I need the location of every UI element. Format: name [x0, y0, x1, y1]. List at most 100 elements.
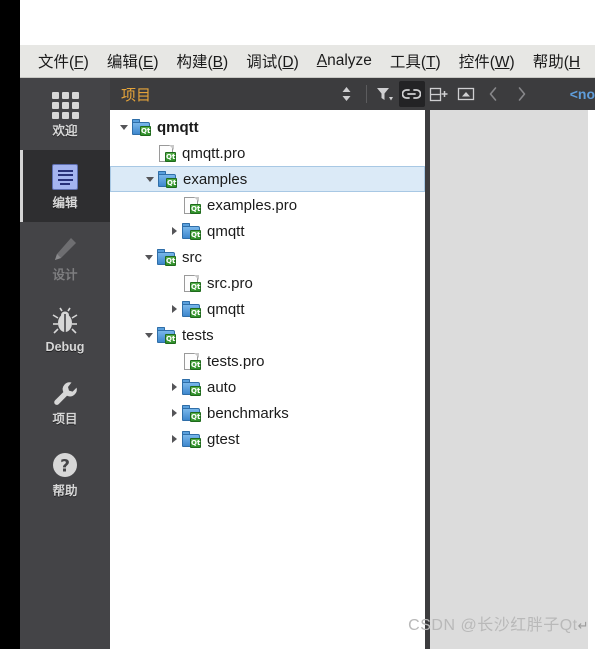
back-icon[interactable] — [480, 81, 508, 107]
toolbar-divider — [365, 85, 367, 103]
qt-folder-icon: Qt — [182, 430, 201, 448]
pencil-icon — [55, 238, 76, 261]
tree-item-tests-pro[interactable]: Qt tests.pro — [110, 348, 425, 374]
tree-item-label: src.pro — [207, 274, 253, 292]
tree-item-src[interactable]: Qt src — [110, 244, 425, 270]
tree-item-gtest[interactable]: Qt gtest — [110, 426, 425, 452]
chevron-right-icon[interactable] — [166, 296, 182, 322]
tree-item-examples-pro[interactable]: Qt examples.pro — [110, 192, 425, 218]
mode-button-debug[interactable]: Debug — [20, 294, 110, 366]
tree-item-label: qmqtt — [207, 222, 245, 240]
qt-badge: Qt — [140, 125, 151, 136]
menu-item-debug[interactable]: 调试(D) — [237, 48, 308, 74]
menu-item-file[interactable]: 文件(F) — [29, 48, 98, 74]
qt-badge: Qt — [190, 359, 201, 370]
window-titlebar-area — [20, 0, 595, 45]
question-icon-wrapper: ? — [50, 450, 80, 480]
menu-item-edit[interactable]: 编辑(E) — [98, 48, 168, 74]
watermark-text: CSDN @长沙红胖子Qt — [408, 617, 578, 634]
chevron-down-icon[interactable] — [142, 166, 158, 192]
project-tree[interactable]: Qt qmqtt Qt qmqtt.pro Qt examples Qt examples.p… — [110, 110, 425, 649]
tree-item-label: qmqtt — [207, 300, 245, 318]
qt-badge: Qt — [190, 411, 201, 422]
window-left-edge — [0, 0, 20, 649]
qt-badge: Qt — [190, 203, 201, 214]
editor-area[interactable] — [430, 110, 595, 649]
tree-item-qmqtt-pro[interactable]: Qt qmqtt.pro — [110, 140, 425, 166]
svg-text:?: ? — [60, 457, 70, 477]
tree-item-examples[interactable]: Qt examples — [110, 166, 425, 192]
forward-icon[interactable] — [508, 81, 536, 107]
tree-item-label: benchmarks — [207, 404, 289, 422]
tree-item-benchmarks[interactable]: Qt benchmarks — [110, 400, 425, 426]
tree-item-src-qmqtt[interactable]: Qt qmqtt — [110, 296, 425, 322]
qt-pro-file-icon: Qt — [182, 196, 201, 214]
qt-badge: Qt — [190, 437, 201, 448]
tree-twisty-placeholder — [166, 270, 182, 296]
sync-selection-icon[interactable] — [334, 81, 360, 107]
edit-icon-wrapper — [50, 162, 80, 192]
minimize-icon[interactable] — [453, 81, 479, 107]
split-add-icon[interactable] — [426, 81, 452, 107]
chevron-right-icon[interactable] — [166, 426, 182, 452]
mode-button-projects[interactable]: 项目 — [20, 366, 110, 438]
question-icon: ? — [53, 453, 77, 478]
link-with-editor-icon[interactable] — [398, 81, 425, 107]
mode-label: Debug — [45, 340, 85, 355]
qt-badge: Qt — [165, 151, 176, 162]
tree-item-qmqtt[interactable]: Qt qmqtt — [110, 114, 425, 140]
chevron-down-icon[interactable] — [141, 322, 157, 348]
grid-icon — [51, 91, 79, 119]
mode-label: 设计 — [52, 268, 78, 283]
mode-button-welcome[interactable]: 欢迎 — [20, 78, 110, 150]
qtcreator-window: 文件(F) 编辑(E) 构建(B) 调试(D) Analyze 工具(T) 控件(W) 帮助(… — [0, 0, 595, 649]
qt-badge: Qt — [190, 307, 201, 318]
mode-label: 项目 — [52, 412, 78, 427]
filter-icon[interactable] — [372, 81, 398, 107]
tree-twisty-placeholder — [166, 192, 182, 218]
chevron-down-icon[interactable] — [141, 244, 157, 270]
qt-folder-icon: Qt — [157, 326, 176, 344]
tree-item-label: src — [182, 248, 202, 266]
watermark: CSDN @长沙红胖子Qt↵ — [408, 611, 589, 635]
menu-item-tools[interactable]: 工具(T) — [381, 48, 450, 74]
qt-folder-icon: Qt — [182, 222, 201, 240]
mode-selector-sidebar: 欢迎 编辑设计 Debug 项目 ? 帮助 — [20, 78, 110, 649]
menu-item-help[interactable]: 帮助(H — [524, 48, 589, 74]
qt-folder-icon: Qt — [132, 118, 151, 136]
tree-item-label: qmqtt — [157, 118, 199, 136]
chevron-right-icon[interactable] — [166, 218, 182, 244]
tree-item-src-pro[interactable]: Qt src.pro — [110, 270, 425, 296]
tree-item-auto[interactable]: Qt auto — [110, 374, 425, 400]
qt-folder-icon: Qt — [158, 170, 177, 188]
tree-twisty-placeholder — [166, 348, 182, 374]
menu-item-analyze[interactable]: Analyze — [308, 50, 381, 72]
mode-button-help[interactable]: ? 帮助 — [20, 438, 110, 510]
qt-badge: Qt — [190, 385, 201, 396]
qt-badge: Qt — [165, 255, 176, 266]
menu-item-widgets[interactable]: 控件(W) — [450, 48, 524, 74]
mode-button-edit[interactable]: 编辑 — [20, 150, 110, 222]
qt-pro-file-icon: Qt — [182, 352, 201, 370]
window-right-edge — [588, 110, 595, 649]
open-document-label[interactable]: <no — [570, 86, 595, 102]
qt-pro-file-icon: Qt — [182, 274, 201, 292]
qt-badge: Qt — [165, 333, 176, 344]
mode-button-design[interactable]: 设计 — [20, 222, 110, 294]
tree-item-examples-qmqtt[interactable]: Qt qmqtt — [110, 218, 425, 244]
tree-item-label: gtest — [207, 430, 240, 448]
tree-item-tests[interactable]: Qt tests — [110, 322, 425, 348]
qt-badge: Qt — [190, 281, 201, 292]
panel-title: 项目 — [121, 86, 152, 104]
chevron-right-icon[interactable] — [166, 400, 182, 426]
menu-item-build[interactable]: 构建(B) — [168, 48, 238, 74]
chevron-down-icon[interactable] — [116, 114, 132, 140]
chevron-right-icon[interactable] — [166, 374, 182, 400]
